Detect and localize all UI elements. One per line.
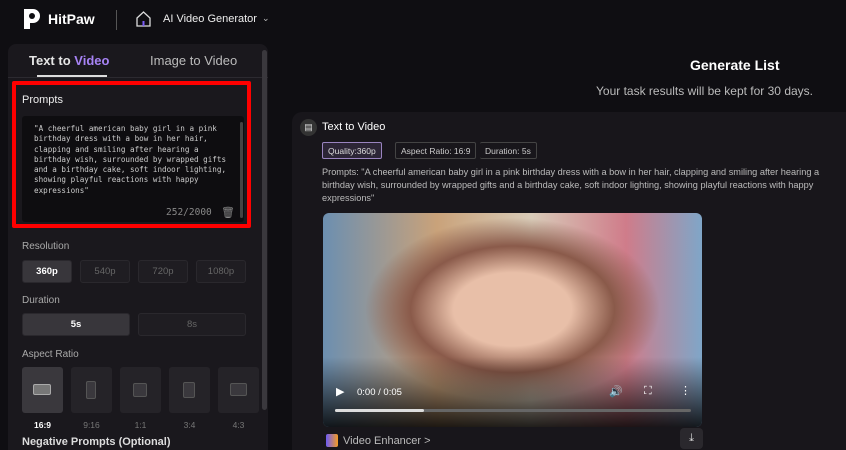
panel-scrollbar[interactable] (262, 50, 267, 410)
video-player[interactable]: ▶ 0:00 / 0:05 🔊 ⛶ ⋮ (323, 213, 702, 427)
mode-tabs: Text to Video Image to Video (8, 44, 268, 78)
aspect-3-4[interactable] (169, 367, 210, 413)
active-tab-indicator (37, 75, 107, 77)
aspect-label: 1:1 (134, 420, 147, 430)
task-prompt: Prompts: "A cheerful american baby girl … (322, 167, 820, 203)
generate-list-subtitle: Your task results will be kept for 30 da… (596, 84, 813, 98)
resolution-540p[interactable]: 540p (80, 260, 130, 283)
aspect-label: 4:3 (232, 420, 245, 430)
more-options-icon[interactable]: ⋮ (680, 384, 691, 397)
video-enhancer-icon (326, 434, 338, 447)
duration-5s[interactable]: 5s (22, 313, 130, 336)
duration-chip: Duration: 5s (480, 142, 537, 159)
task-icon: ▤ (300, 119, 317, 136)
trash-icon[interactable]: 🗑 (221, 206, 235, 219)
aspect-4-3[interactable] (218, 367, 259, 413)
prompts-label: Prompts (22, 94, 63, 106)
char-count: 252/2000 (166, 207, 212, 218)
app-selector[interactable]: AI Video Generator (163, 13, 257, 25)
duration-label: Duration (22, 295, 60, 306)
aspect-label: 9:16 (83, 420, 100, 430)
quality-chip: Quality:360p (322, 142, 382, 159)
generate-list-title: Generate List (690, 57, 780, 73)
resolution-1080p[interactable]: 1080p (196, 260, 246, 283)
resolution-360p[interactable]: 360p (22, 260, 72, 283)
aspect-16-9[interactable] (22, 367, 63, 413)
negative-prompts-label: Negative Prompts (Optional) (22, 436, 171, 448)
play-icon[interactable]: ▶ (336, 385, 344, 398)
aspect-9-16[interactable] (71, 367, 112, 413)
aspect-chip: Aspect Ratio: 16:9 (395, 142, 477, 159)
volume-icon[interactable]: 🔊 (609, 385, 623, 398)
aspect-ratio-label: Aspect Ratio (22, 349, 79, 360)
aspect-1-1[interactable] (120, 367, 161, 413)
chevron-down-icon[interactable]: ⌄ (262, 13, 270, 24)
home-icon[interactable] (136, 11, 151, 27)
brand-name: HitPaw (48, 11, 95, 27)
video-progress-bar[interactable] (335, 409, 691, 412)
divider (116, 10, 117, 30)
video-enhancer-link[interactable]: Video Enhancer > (343, 435, 431, 447)
resolution-720p[interactable]: 720p (138, 260, 188, 283)
video-time: 0:00 / 0:05 (357, 387, 402, 398)
aspect-label: 16:9 (33, 420, 51, 430)
fullscreen-icon[interactable]: ⛶ (644, 385, 652, 398)
prompt-scrollbar[interactable] (240, 122, 243, 218)
download-icon[interactable]: ⤓ (680, 428, 703, 449)
top-bar: HitPaw AI Video Generator ⌄ (0, 0, 846, 40)
duration-8s[interactable]: 8s (138, 313, 246, 336)
aspect-label: 3:4 (183, 420, 196, 430)
task-title: Text to Video (322, 121, 386, 133)
tab-text-to-video[interactable]: Text to Video (29, 53, 109, 68)
tab-image-to-video[interactable]: Image to Video (150, 53, 237, 68)
hitpaw-logo-icon (24, 9, 40, 29)
buffered-progress (335, 409, 424, 412)
resolution-label: Resolution (22, 241, 70, 252)
